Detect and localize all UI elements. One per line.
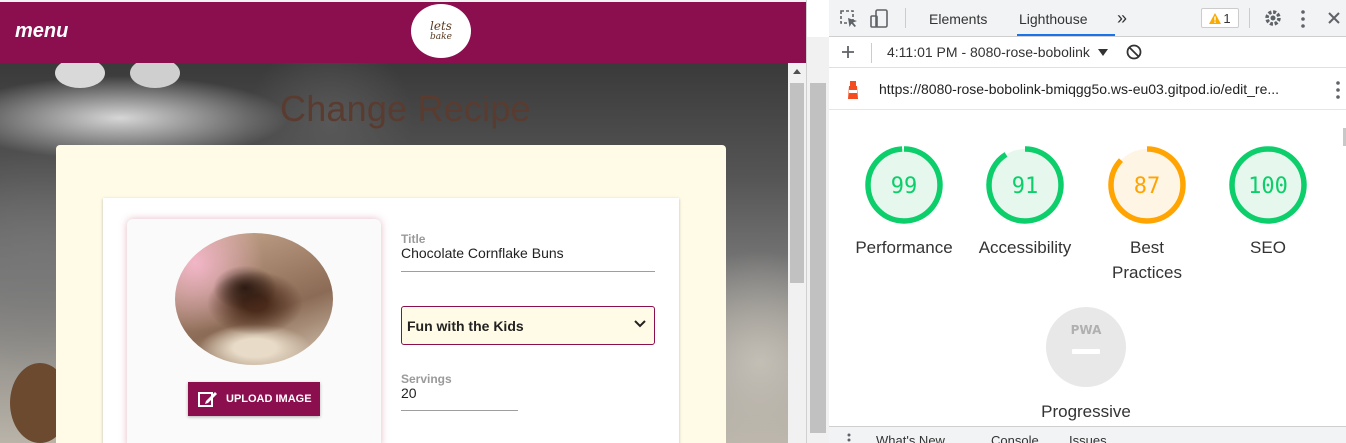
inspect-element-icon[interactable] [839, 9, 859, 29]
score-gauge-best-practices[interactable]: 87 [1105, 143, 1189, 227]
report-select[interactable]: 4:11:01 PM - 8080-rose-bobolink [887, 44, 1108, 60]
page-scrollbar[interactable] [788, 63, 806, 443]
edit-icon [198, 392, 217, 407]
title-underline [401, 271, 655, 272]
upload-image-label: UPLOAD IMAGE [226, 393, 312, 405]
devtools-side-scrollbar-thumb[interactable] [810, 83, 826, 433]
dropdown-triangle-icon [1097, 49, 1108, 56]
more-tabs-button[interactable]: » [1117, 8, 1127, 29]
new-report-plus-icon[interactable] [841, 45, 855, 59]
audited-url: https://8080-rose-bobolink-bmiqgg5o.ws-e… [879, 81, 1280, 97]
gauge-label-performance: Performance [855, 238, 953, 257]
gauge-label-accessibility: Accessibility [978, 238, 1072, 257]
category-select[interactable]: Fun with the Kids [401, 306, 655, 345]
drawer-tab-issues[interactable]: Issues [1069, 433, 1107, 443]
recipe-image [175, 233, 333, 365]
gauge-score-value: 87 [1134, 174, 1161, 199]
devtools-panel: Elements Lighthouse » 1 4:11:01 PM - 808… [806, 0, 1346, 443]
upload-image-button[interactable]: UPLOAD IMAGE [188, 382, 320, 416]
lighthouse-icon [848, 81, 858, 99]
scroll-up-arrow-icon[interactable] [793, 69, 801, 74]
servings-underline [401, 410, 518, 411]
tab-lighthouse[interactable]: Lighthouse [1019, 11, 1088, 27]
warnings-count: 1 [1223, 10, 1231, 26]
title-input[interactable]: Chocolate Cornflake Buns [401, 245, 564, 261]
logo-subtext: bake [430, 32, 452, 42]
toolbar-divider [905, 8, 906, 28]
tab-elements[interactable]: Elements [929, 11, 987, 27]
device-toolbar-icon[interactable] [869, 8, 891, 30]
pwa-badge-text: PWA [1071, 323, 1102, 337]
toolbar-divider [871, 43, 872, 63]
page-title: Change Recipe [280, 88, 531, 129]
logo-text: lets [430, 19, 452, 33]
score-gauge-accessibility[interactable]: 91 [983, 143, 1067, 227]
app-viewport: menu lets bake Change Recipe UPLOAD IMAG… [0, 0, 806, 443]
servings-input[interactable]: 20 [401, 385, 417, 401]
settings-gear-icon[interactable] [1263, 8, 1283, 28]
url-bar: https://8080-rose-bobolink-bmiqgg5o.ws-e… [829, 68, 1346, 110]
navbar: menu lets bake [0, 0, 806, 63]
gauge-score-value: 99 [891, 174, 918, 199]
devtools-side-scrollbar[interactable] [807, 37, 829, 443]
menu-button[interactable]: menu [15, 20, 68, 43]
gauge-label-best-practices: Best [1129, 238, 1165, 257]
servings-label: Servings [401, 372, 452, 386]
warnings-badge[interactable]: 1 [1201, 8, 1239, 28]
pwa-badge-icon[interactable]: PWA [1046, 307, 1126, 387]
devtools-tabbar: Elements Lighthouse » 1 [829, 0, 1346, 37]
chevron-down-icon [634, 320, 646, 328]
site-logo[interactable]: lets bake [411, 4, 471, 58]
score-gauge-performance[interactable]: 99 [862, 143, 946, 227]
page-scrollbar-thumb[interactable] [790, 83, 804, 283]
active-tab-indicator [1017, 34, 1115, 36]
drawer-tab-console[interactable]: Console [991, 433, 1039, 443]
more-options-icon[interactable] [1299, 9, 1307, 29]
clear-reports-icon[interactable] [1126, 44, 1142, 60]
category-selected-value: Fun with the Kids [407, 318, 524, 334]
gauge-label-best-practices: Practices [1112, 263, 1182, 282]
close-devtools-icon[interactable] [1327, 11, 1341, 25]
devtools-drawer: What's New Console Issues [829, 426, 1346, 443]
gauge-label-pwa: Progressive [1041, 402, 1131, 421]
gauge-label-seo: SEO [1250, 238, 1286, 257]
report-select-value: 4:11:01 PM - 8080-rose-bobolink [887, 44, 1090, 60]
warning-icon [1209, 12, 1222, 24]
toolbar-divider [1249, 8, 1250, 28]
lighthouse-toolbar: 4:11:01 PM - 8080-rose-bobolink [829, 37, 1346, 68]
url-more-options-icon[interactable] [1335, 80, 1341, 100]
score-gauge-seo[interactable]: 100 [1226, 143, 1310, 227]
gauge-score-value: 91 [1012, 174, 1039, 199]
title-label: Title [401, 232, 426, 246]
gauge-score-value: 100 [1248, 174, 1288, 199]
drawer-menu-icon[interactable] [847, 433, 851, 443]
drawer-tab-whats-new[interactable]: What's New [876, 433, 945, 443]
